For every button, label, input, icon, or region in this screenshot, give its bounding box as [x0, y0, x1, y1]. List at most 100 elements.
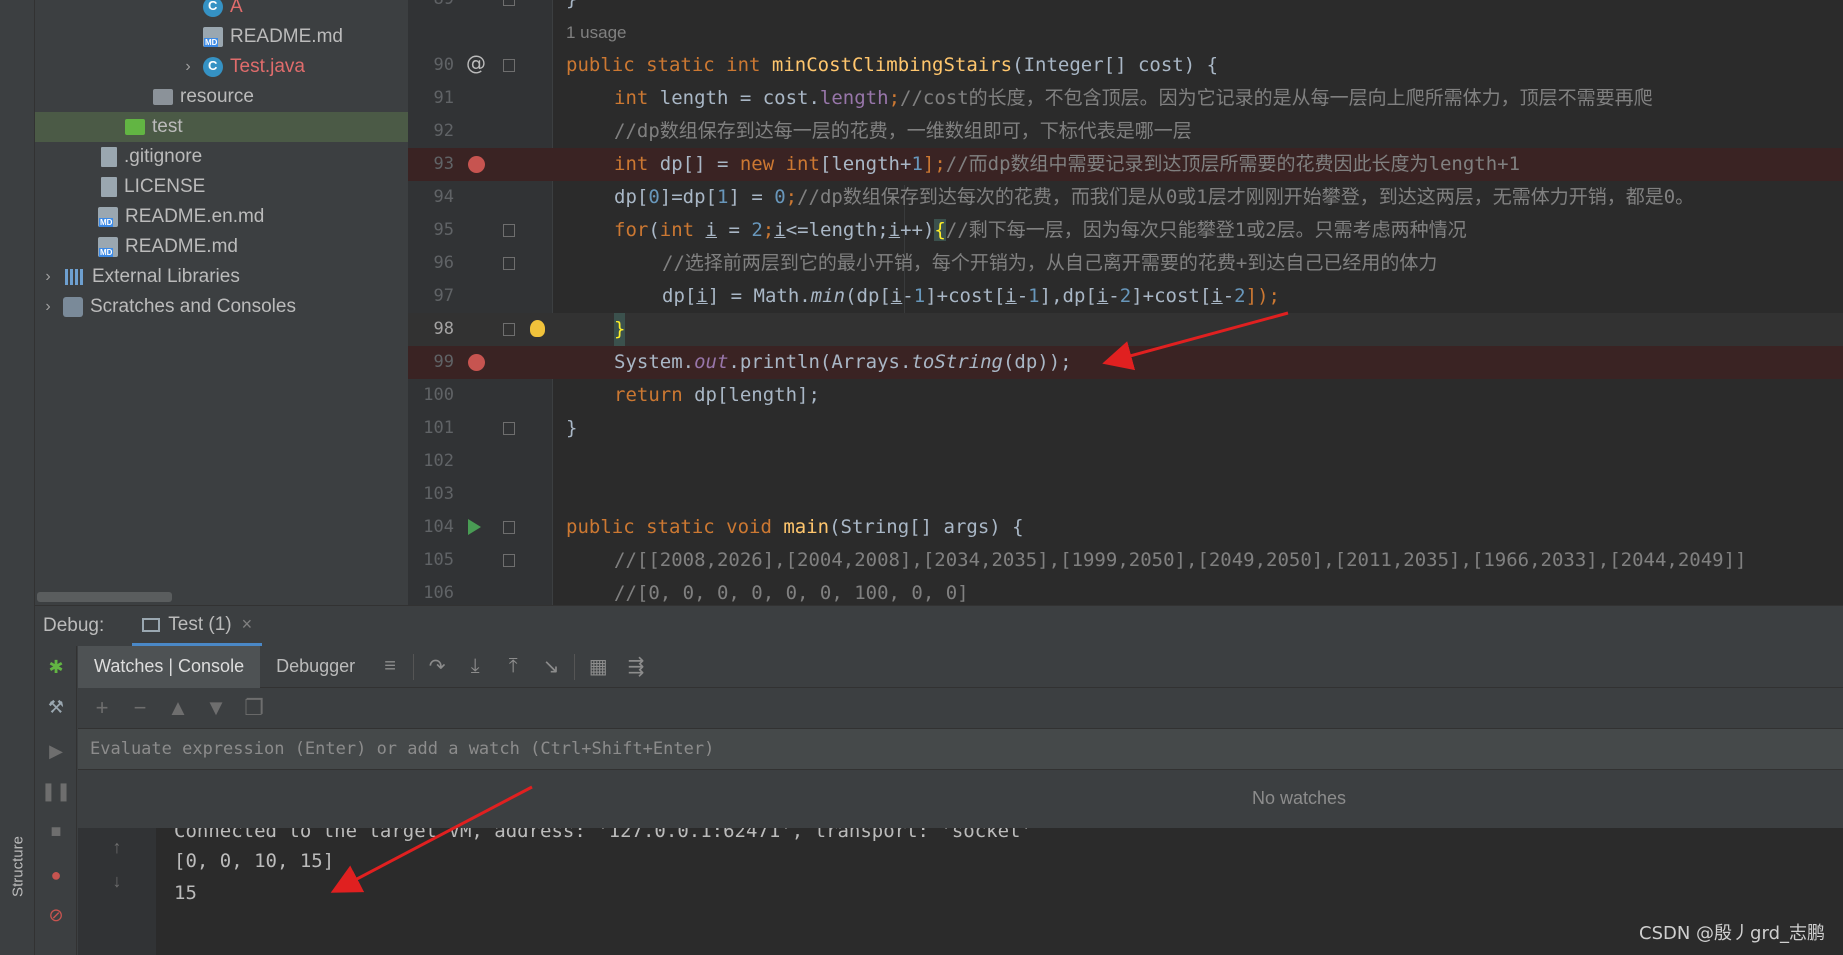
no-watches-text: No watches — [1252, 788, 1347, 808]
code-text: int length = cost.length;//cost的长度，不包含顶层… — [614, 87, 1653, 109]
fold-icon[interactable] — [503, 257, 515, 270]
debug-toolbar: Watches | Console Debugger ≡ ↷ ⤓ ⤒ ↘ ▦ ⇶ — [78, 645, 1843, 688]
line-number: 92 — [433, 121, 454, 141]
fold-icon[interactable] — [503, 0, 515, 6]
line-number: 100 — [423, 385, 454, 405]
arrow-down-icon[interactable]: ↓ — [104, 868, 130, 894]
tree-item-readme-root[interactable]: README.md — [35, 232, 408, 262]
trace-icon[interactable]: ⇶ — [622, 653, 650, 681]
step-into-icon[interactable]: ⤓ — [461, 653, 489, 681]
code-line: 96 //选择前两层到它的最小开销，每个开销为，从自己离开需要的花费+到达自己已… — [408, 247, 1843, 280]
line-number: 103 — [423, 484, 454, 504]
tab-watches-console[interactable]: Watches | Console — [78, 645, 261, 688]
structure-tool-tab[interactable]: Structure — [6, 820, 30, 930]
bug-icon[interactable]: ✱ — [43, 654, 69, 680]
breakpoint-icon[interactable] — [468, 156, 485, 173]
tree-item-label: README.en.md — [125, 206, 265, 227]
console-line: Connected to the target VM, address: '12… — [174, 828, 1032, 842]
tree-item-resource[interactable]: resource — [35, 82, 408, 112]
remove-icon[interactable]: − — [126, 694, 154, 722]
tree-item-gitignore[interactable]: .gitignore — [35, 142, 408, 172]
tree-item-scratches[interactable]: › Scratches and Consoles — [35, 292, 408, 322]
view-breakpoints-icon[interactable]: ● — [43, 862, 69, 888]
tree-item-a[interactable]: A — [35, 0, 408, 22]
debug-tab-title: Test (1) — [168, 613, 232, 635]
annotation-at-icon[interactable]: @ — [466, 51, 486, 75]
tree-horizontal-scrollbar[interactable] — [37, 592, 172, 602]
code-line: 102 — [408, 445, 1843, 478]
arrow-up-icon[interactable]: ↑ — [104, 834, 130, 860]
folder-icon — [153, 89, 173, 105]
line-number: 98 — [433, 319, 454, 339]
tree-item-license[interactable]: LICENSE — [35, 172, 408, 202]
fold-icon[interactable] — [503, 554, 515, 567]
code-editor[interactable]: 89 } 1 usage 90 @ public static int minC… — [408, 0, 1843, 605]
step-out-icon[interactable]: ⤒ — [499, 653, 527, 681]
fold-icon[interactable] — [503, 59, 515, 72]
chevron-right-icon[interactable]: › — [41, 298, 55, 316]
fold-icon[interactable] — [503, 224, 515, 237]
code-text: dp[i] = Math.min(dp[i-1]+cost[i-1],dp[i-… — [662, 285, 1280, 307]
wrench-icon[interactable]: ⚒ — [43, 694, 69, 720]
usage-hint-line: 1 usage — [408, 16, 1843, 49]
code-text: //[[2008,2026],[2004,2008],[2034,2035],[… — [614, 549, 1747, 571]
duplicate-icon[interactable]: ❐ — [240, 694, 268, 722]
usage-hint[interactable]: 1 usage — [566, 16, 627, 49]
tree-item-label: LICENSE — [124, 176, 206, 197]
breakpoint-icon[interactable] — [468, 354, 485, 371]
line-number: 105 — [423, 550, 454, 570]
evaluate-expression-input[interactable] — [78, 729, 1843, 769]
console-line: 15 — [174, 882, 197, 904]
code-line: 91 int length = cost.length;//cost的长度，不包… — [408, 82, 1843, 115]
code-line: 89 } — [408, 0, 1843, 16]
code-text: } — [614, 313, 626, 346]
move-up-icon[interactable]: ▲ — [164, 694, 192, 722]
lightbulb-icon[interactable] — [530, 320, 545, 337]
watches-list: No watches — [78, 770, 1843, 828]
menu-icon[interactable]: ≡ — [376, 653, 404, 681]
code-line: 97 dp[i] = Math.min(dp[i-1]+cost[i-1],dp… — [408, 280, 1843, 313]
tree-item-test-java[interactable]: › Test.java — [35, 52, 408, 82]
evaluate-expression-field[interactable] — [78, 728, 1843, 770]
scratches-icon — [63, 297, 83, 317]
fold-icon[interactable] — [503, 422, 515, 435]
tab-debugger[interactable]: Debugger — [260, 646, 371, 688]
java-class-icon — [203, 0, 223, 17]
pause-icon[interactable]: ❚❚ — [41, 778, 71, 804]
stop-icon[interactable]: ■ — [43, 818, 69, 844]
add-icon[interactable]: + — [88, 694, 116, 722]
tree-item-readme-en[interactable]: README.en.md — [35, 202, 408, 232]
mute-breakpoints-icon[interactable]: ⊘ — [43, 902, 69, 928]
code-text: //[0, 0, 0, 0, 0, 0, 100, 0, 0] — [614, 582, 969, 604]
run-gutter-icon[interactable] — [468, 519, 481, 535]
debug-session-tab[interactable]: Test (1) × — [132, 606, 263, 646]
library-icon — [63, 267, 85, 287]
resume-icon[interactable]: ▶ — [43, 738, 69, 764]
console-output[interactable]: ↑ ↓ Connected to the target VM, address:… — [78, 828, 1843, 955]
tree-item-label: Scratches and Consoles — [90, 296, 296, 317]
close-icon[interactable]: × — [242, 614, 253, 635]
line-number: 102 — [423, 451, 454, 471]
chevron-right-icon[interactable]: › — [181, 58, 195, 76]
tree-item-readme[interactable]: README.md — [35, 22, 408, 52]
debug-label: Debug: — [43, 615, 105, 636]
tree-item-test-folder[interactable]: test — [35, 112, 408, 142]
code-text: return dp[length]; — [614, 384, 820, 406]
fold-icon[interactable] — [503, 521, 515, 534]
chevron-right-icon[interactable]: › — [41, 268, 55, 286]
tree-item-label: README.md — [125, 236, 238, 257]
line-number: 94 — [433, 187, 454, 207]
console-line: [0, 0, 10, 15] — [174, 850, 335, 872]
step-over-icon[interactable]: ↷ — [423, 653, 451, 681]
fold-icon[interactable] — [503, 323, 515, 336]
run-to-cursor-icon[interactable]: ↘ — [537, 653, 565, 681]
tree-item-label: README.md — [230, 26, 343, 47]
code-line: 90 @ public static int minCostClimbingSt… — [408, 49, 1843, 82]
code-text: //dp数组保存到达每一层的花费，一维数组即可，下标代表是哪一层 — [614, 120, 1192, 142]
tree-item-external-libraries[interactable]: › External Libraries — [35, 262, 408, 292]
evaluate-expression-icon[interactable]: ▦ — [584, 653, 612, 681]
code-text: System.out.println(Arrays.toString(dp)); — [614, 351, 1072, 373]
code-line-current: 98 } — [408, 313, 1843, 346]
code-text: int dp[] = new int[length+1];//而dp数组中需要记… — [614, 153, 1521, 175]
move-down-icon[interactable]: ▼ — [202, 694, 230, 722]
